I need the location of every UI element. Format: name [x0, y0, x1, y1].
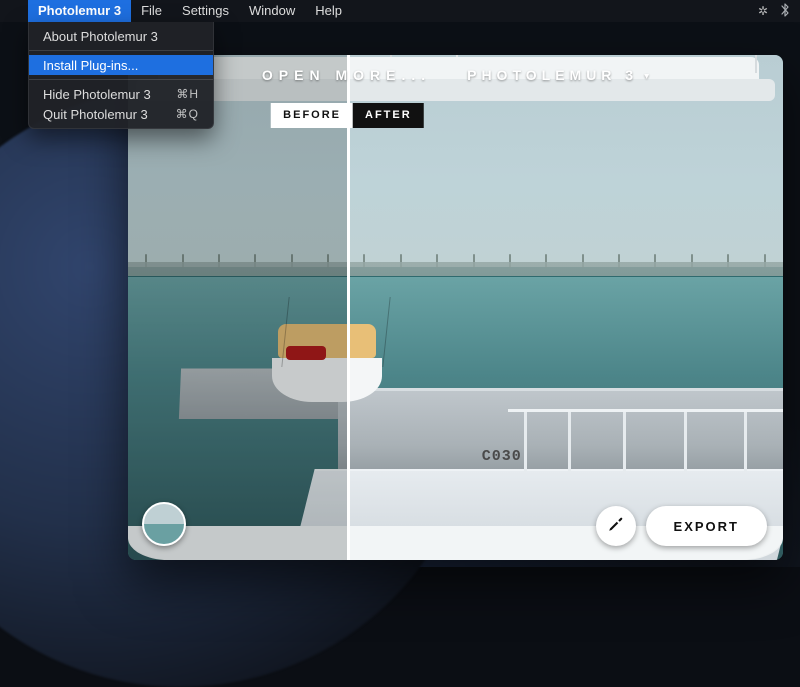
boat-antenna [390, 55, 392, 57]
export-button[interactable]: EXPORT [646, 506, 767, 546]
menu-item-hide[interactable]: Hide Photolemur 3 ⌘H [29, 84, 213, 104]
eyedropper-icon [607, 515, 625, 538]
menu-extra-icon[interactable]: ✲ [758, 4, 768, 18]
app-title-dropdown[interactable]: PHOTOLEMUR 3 [467, 67, 649, 83]
menubar-item-file[interactable]: File [131, 0, 172, 22]
menu-item-shortcut: ⌘Q [176, 107, 199, 121]
menubar-right: ✲ [758, 3, 800, 20]
compare-tags: BEFORE AFTER [271, 103, 424, 128]
menubar-item-settings[interactable]: Settings [172, 0, 239, 22]
compare-slider[interactable] [347, 55, 350, 560]
menu-item-about[interactable]: About Photolemur 3 [29, 26, 213, 46]
menubar-item-help[interactable]: Help [305, 0, 352, 22]
image-thumbnail[interactable] [142, 502, 186, 546]
menu-item-label: Install Plug-ins... [43, 58, 138, 73]
menu-item-shortcut: ⌘H [176, 87, 199, 101]
menubar-item-window[interactable]: Window [239, 0, 305, 22]
open-more-button[interactable]: OPEN MORE... [262, 67, 431, 83]
macos-menubar: Photolemur 3 File Settings Window Help ✲ [0, 0, 800, 22]
menu-item-install-plugins[interactable]: Install Plug-ins... [29, 55, 213, 75]
menu-item-label: Hide Photolemur 3 [43, 87, 151, 102]
menu-separator [29, 79, 213, 80]
bottom-controls: EXPORT [596, 506, 767, 546]
adjust-button[interactable] [596, 506, 636, 546]
menu-separator [29, 50, 213, 51]
photolemur-window: C030 OPEN MORE... PHOTOLEMUR 3 BE [128, 55, 783, 560]
menu-item-label: Quit Photolemur 3 [43, 107, 148, 122]
before-tag: BEFORE [271, 103, 353, 128]
bluetooth-icon[interactable] [780, 3, 790, 20]
photo-foreground-rail [508, 409, 783, 472]
app-header: OPEN MORE... PHOTOLEMUR 3 [128, 67, 783, 83]
photo-canvas[interactable]: C030 [128, 55, 783, 560]
menu-item-quit[interactable]: Quit Photolemur 3 ⌘Q [29, 104, 213, 124]
menubar-item-app[interactable]: Photolemur 3 [28, 0, 131, 22]
before-overlay [128, 55, 347, 560]
menu-item-label: About Photolemur 3 [43, 29, 158, 44]
after-tag: AFTER [353, 103, 424, 128]
app-menu-dropdown: About Photolemur 3 Install Plug-ins... H… [28, 22, 214, 129]
